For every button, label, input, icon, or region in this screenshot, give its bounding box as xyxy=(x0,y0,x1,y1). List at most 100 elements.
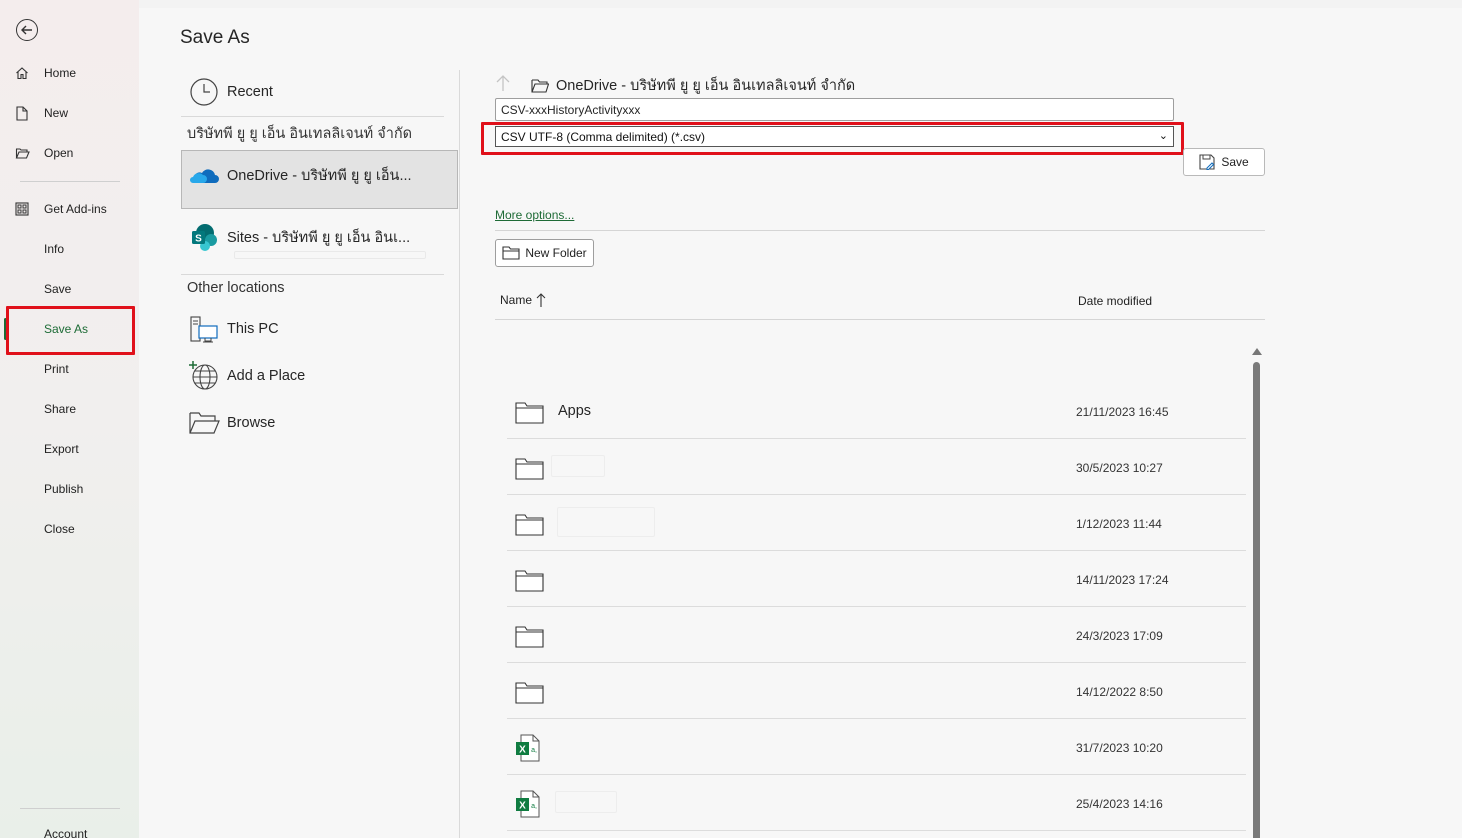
nav-get-add-ins[interactable]: Get Add-ins xyxy=(0,192,139,226)
file-name-input[interactable] xyxy=(495,98,1174,121)
nav-get-add-ins-label: Get Add-ins xyxy=(44,202,107,216)
nav-divider xyxy=(20,181,120,182)
nav-open-label: Open xyxy=(44,146,74,160)
excel-file-icon: Xa, xyxy=(515,734,541,767)
onedrive-label: OneDrive - บริษัทพี ยู ยู เอ็น... xyxy=(227,167,412,184)
column-divider xyxy=(459,70,460,838)
back-arrow-icon[interactable] xyxy=(16,19,38,41)
nav-share[interactable]: Share xyxy=(0,392,139,426)
location-add-a-place[interactable]: Add a Place xyxy=(181,360,305,392)
clock-icon xyxy=(181,77,227,107)
location-recent[interactable]: Recent xyxy=(181,76,273,108)
add-a-place-label: Add a Place xyxy=(227,368,306,384)
save-button[interactable]: Save xyxy=(1183,148,1265,176)
folder-icon xyxy=(515,570,544,597)
nav-print-label: Print xyxy=(44,362,69,376)
org-section-label: บริษัทพี ยู ยู เอ็น อินเทลลิเจนท์ จำกัด xyxy=(187,126,413,142)
browse-label: Browse xyxy=(227,415,276,431)
nav-open[interactable]: Open xyxy=(0,136,139,170)
nav-account-label: Account xyxy=(44,827,88,838)
save-disk-icon xyxy=(1199,154,1215,170)
file-row[interactable]: 24/3/2023 17:09 xyxy=(507,607,1246,663)
file-row[interactable]: 30/5/2023 10:27 xyxy=(507,439,1246,495)
new-folder-icon xyxy=(502,246,520,260)
new-folder-button[interactable]: New Folder xyxy=(495,239,594,267)
folder-icon xyxy=(515,402,544,429)
redacted-subtitle xyxy=(234,251,426,259)
globe-add-icon xyxy=(181,360,227,392)
file-name: Apps xyxy=(558,403,592,419)
new-folder-label: New Folder xyxy=(525,246,587,260)
nav-share-label: Share xyxy=(44,402,77,416)
divider xyxy=(495,230,1265,231)
file-row[interactable]: Xa, 25/4/2023 14:16 xyxy=(507,775,1246,831)
location-this-pc[interactable]: This PC xyxy=(181,313,279,345)
nav-export-label: Export xyxy=(44,442,79,456)
nav-export[interactable]: Export xyxy=(0,432,139,466)
add-ins-grid-icon xyxy=(0,202,44,216)
column-header-date-modified[interactable]: Date modified xyxy=(1078,294,1152,308)
nav-new[interactable]: New xyxy=(0,96,139,130)
sharepoint-icon: S xyxy=(181,222,227,252)
nav-close[interactable]: Close xyxy=(0,512,139,546)
file-row[interactable]: 14/11/2023 17:24 xyxy=(507,551,1246,607)
folder-icon xyxy=(515,626,544,653)
file-date: 25/4/2023 14:16 xyxy=(1076,797,1163,811)
svg-text:X: X xyxy=(519,745,526,756)
divider xyxy=(495,319,1265,320)
nav-divider-bottom xyxy=(20,808,120,809)
location-onedrive-content[interactable]: OneDrive - บริษัทพี ยู ยู เอ็น... xyxy=(181,160,412,190)
more-options-link[interactable]: More options... xyxy=(495,208,574,222)
current-path: OneDrive - บริษัทพี ยู ยู เอ็น อินเทลลิเ… xyxy=(495,74,855,97)
sites-label: Sites - บริษัทพี ยู ยู เอ็น อินเ... xyxy=(227,229,411,246)
redacted-file-name xyxy=(557,507,655,537)
divider xyxy=(181,116,444,117)
file-date: 14/11/2023 17:24 xyxy=(1076,573,1169,587)
nav-publish-label: Publish xyxy=(44,482,84,496)
nav-save-as-label: Save As xyxy=(44,322,89,336)
file-type-select[interactable]: CSV UTF-8 (Comma delimited) (*.csv) ⌄ xyxy=(495,126,1174,147)
scroll-up-arrow-icon[interactable] xyxy=(1252,348,1262,355)
computer-icon xyxy=(181,313,227,345)
nav-home[interactable]: Home xyxy=(0,56,139,90)
location-sites[interactable]: S Sites - บริษัทพี ยู ยู เอ็น อินเ... xyxy=(181,222,410,252)
chevron-down-icon: ⌄ xyxy=(1158,130,1168,142)
scrollbar-thumb[interactable] xyxy=(1253,362,1260,838)
file-date: 24/3/2023 17:09 xyxy=(1076,629,1163,643)
folder-open-icon xyxy=(181,410,227,436)
column-header-name[interactable]: Name xyxy=(500,292,546,308)
up-arrow-icon[interactable] xyxy=(495,74,519,97)
nav-save[interactable]: Save xyxy=(0,272,139,306)
svg-text:S: S xyxy=(195,234,202,245)
column-name-label: Name xyxy=(500,293,533,307)
nav-new-label: New xyxy=(44,106,69,120)
folder-icon xyxy=(515,682,544,709)
file-row[interactable]: Xa, 31/7/2023 10:20 xyxy=(507,719,1246,775)
file-row[interactable]: Apps 21/11/2023 16:45 xyxy=(507,383,1246,439)
file-date: 1/12/2023 11:44 xyxy=(1076,517,1162,531)
recent-label: Recent xyxy=(227,84,273,100)
nav-info-label: Info xyxy=(44,242,65,256)
file-row[interactable]: 14/12/2022 8:50 xyxy=(507,663,1246,719)
nav-save-as[interactable]: Save As xyxy=(0,312,139,346)
nav-publish[interactable]: Publish xyxy=(0,472,139,506)
folder-icon xyxy=(515,458,544,485)
path-folder-icon xyxy=(531,78,549,93)
backstage-nav: Home New Open Get Add-ins Info Save Save… xyxy=(0,0,139,838)
other-locations-label: Other locations xyxy=(187,280,285,296)
file-row[interactable]: 1/12/2023 11:44 xyxy=(507,495,1246,551)
svg-text:a,: a, xyxy=(531,803,537,810)
open-folder-icon xyxy=(0,147,44,159)
location-browse[interactable]: Browse xyxy=(181,407,275,439)
nav-print[interactable]: Print xyxy=(0,352,139,386)
file-list-scrollbar[interactable] xyxy=(1251,348,1263,838)
this-pc-label: This PC xyxy=(227,321,279,337)
home-icon xyxy=(0,66,44,80)
new-document-icon xyxy=(0,105,44,121)
path-label: OneDrive - บริษัทพี ยู ยู เอ็น อินเทลลิเ… xyxy=(556,78,856,94)
sort-ascending-arrow-icon xyxy=(536,293,546,307)
save-button-label: Save xyxy=(1221,155,1249,169)
nav-account[interactable]: Account xyxy=(0,817,139,838)
redacted-file-name xyxy=(555,791,617,813)
nav-info[interactable]: Info xyxy=(0,232,139,266)
